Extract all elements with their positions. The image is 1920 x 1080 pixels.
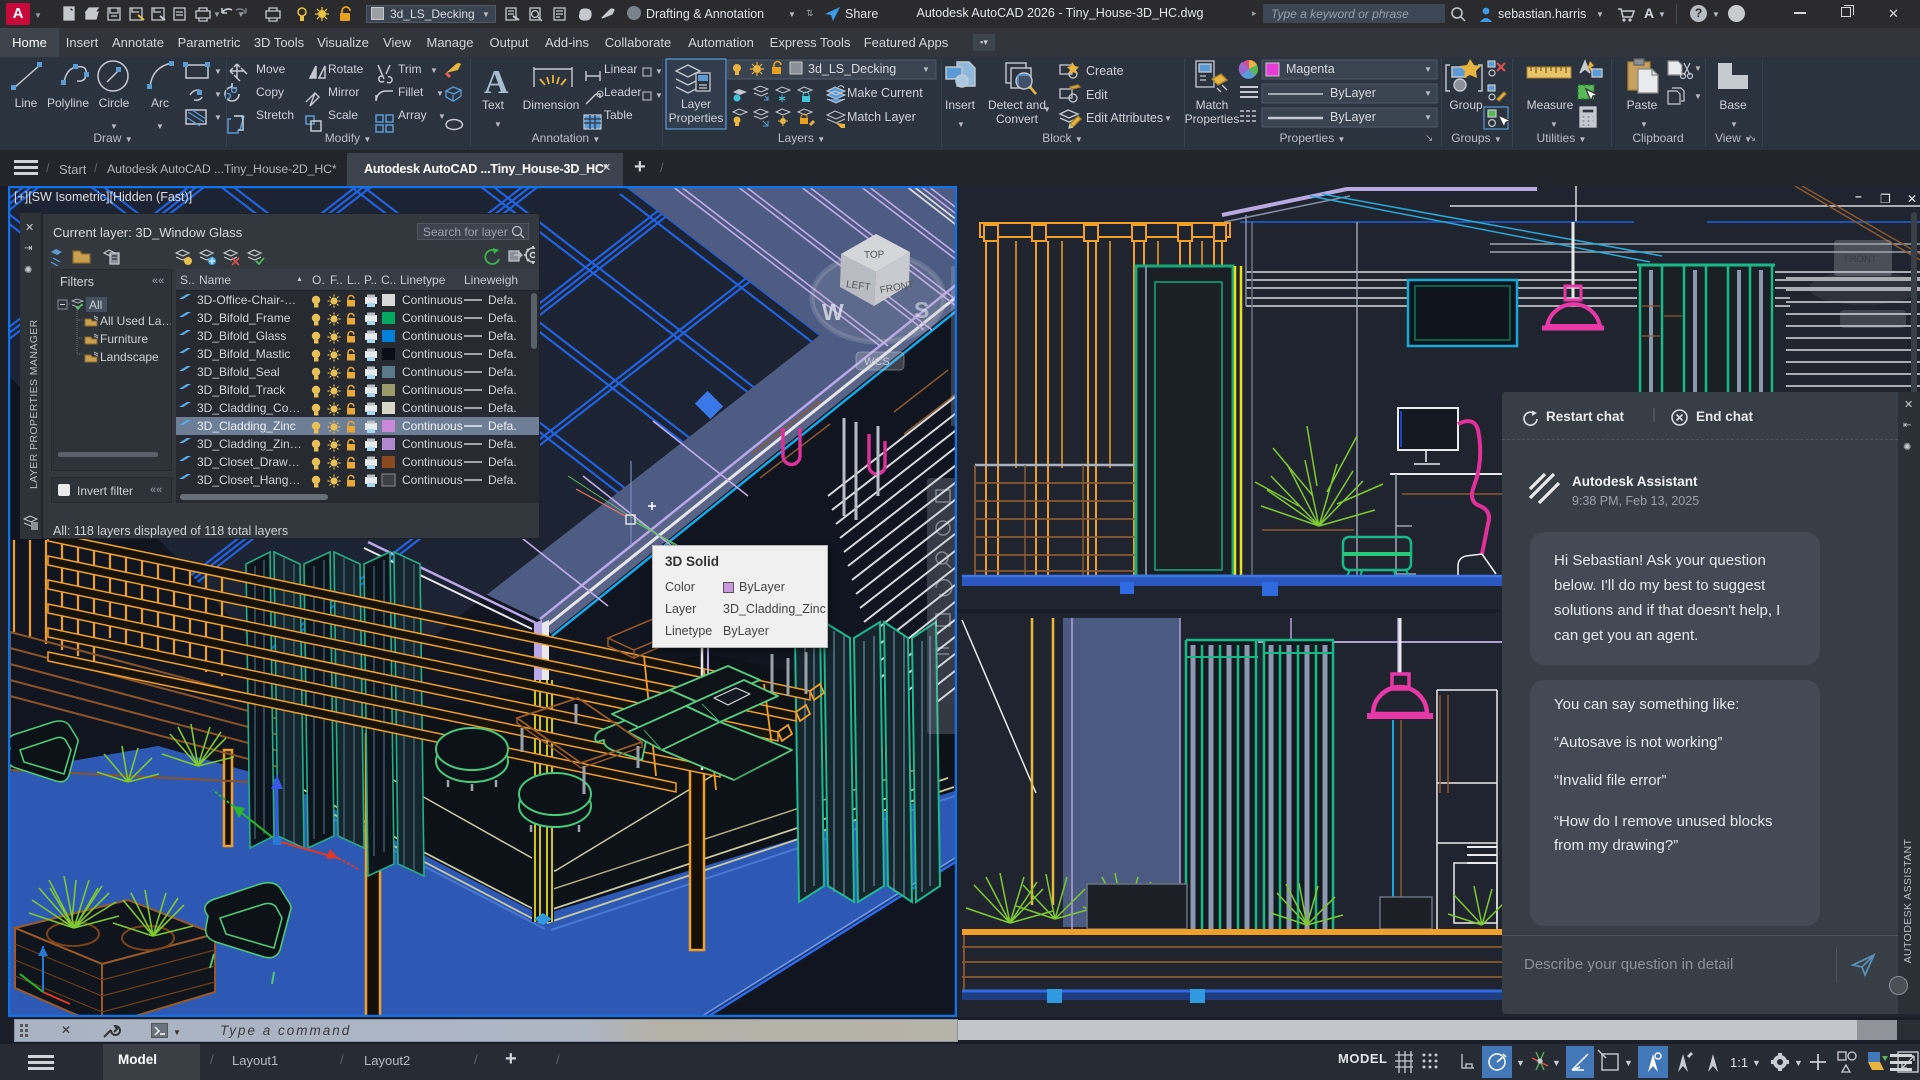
svg-text:3D_Closet_Draw…: 3D_Closet_Draw… bbox=[197, 455, 300, 469]
svg-text:▼: ▼ bbox=[1164, 114, 1172, 123]
svg-text:Edit: Edit bbox=[1086, 88, 1108, 102]
svg-text:Furniture: Furniture bbox=[100, 332, 148, 346]
svg-text:3D_Cladding_Zinc: 3D_Cladding_Zinc bbox=[197, 419, 296, 433]
svg-text:Continuous: Continuous bbox=[402, 383, 463, 397]
svg-text:3d_LS_Decking: 3d_LS_Decking bbox=[808, 62, 896, 76]
svg-text:Continuous: Continuous bbox=[402, 455, 463, 469]
svg-text:Continuous: Continuous bbox=[402, 437, 463, 451]
svg-text:Continuous: Continuous bbox=[402, 293, 463, 307]
svg-text:Defa.: Defa. bbox=[488, 401, 517, 415]
svg-text:▼: ▼ bbox=[1752, 1058, 1761, 1068]
svg-text:3D_Bifold_Frame: 3D_Bifold_Frame bbox=[197, 311, 291, 325]
svg-text:▼: ▼ bbox=[436, 89, 444, 98]
svg-text:3D_Bifold_Mastic: 3D_Bifold_Mastic bbox=[197, 347, 290, 361]
svg-text:Defa.: Defa. bbox=[488, 473, 517, 487]
svg-text:Defa.: Defa. bbox=[488, 437, 517, 451]
svg-text:▼: ▼ bbox=[110, 122, 118, 131]
svg-text:Make Current: Make Current bbox=[847, 86, 923, 100]
svg-text:Defa.: Defa. bbox=[488, 365, 517, 379]
svg-text:▼: ▼ bbox=[957, 120, 965, 129]
svg-text:Continuous: Continuous bbox=[402, 347, 463, 361]
svg-text:Defa.: Defa. bbox=[488, 311, 517, 325]
svg-text:3D_Closet_Hang…: 3D_Closet_Hang… bbox=[197, 473, 300, 487]
svg-text:▼: ▼ bbox=[214, 67, 222, 76]
svg-text:▼: ▼ bbox=[1640, 120, 1648, 129]
svg-text:Landscape: Landscape bbox=[100, 350, 159, 364]
svg-text:ByLayer: ByLayer bbox=[1330, 86, 1376, 100]
svg-text:Defa.: Defa. bbox=[488, 455, 517, 469]
svg-text:FRONT: FRONT bbox=[1844, 254, 1877, 265]
svg-text:Continuous: Continuous bbox=[402, 419, 463, 433]
svg-text:▼: ▼ bbox=[430, 66, 438, 75]
svg-text:3D_Bifold_Glass: 3D_Bifold_Glass bbox=[197, 329, 286, 343]
svg-text:Continuous: Continuous bbox=[402, 473, 463, 487]
svg-text:▼: ▼ bbox=[922, 65, 930, 74]
svg-text:Defa.: Defa. bbox=[488, 383, 517, 397]
svg-text:1:1: 1:1 bbox=[1730, 1055, 1748, 1070]
svg-text:Magenta: Magenta bbox=[1286, 62, 1335, 76]
svg-text:▼: ▼ bbox=[156, 122, 164, 131]
svg-text:ByLayer: ByLayer bbox=[1330, 110, 1376, 124]
svg-text:Edit Attributes: Edit Attributes bbox=[1086, 111, 1163, 125]
svg-text:▼: ▼ bbox=[214, 90, 222, 99]
svg-text:Defa.: Defa. bbox=[488, 329, 517, 343]
svg-text:Defa.: Defa. bbox=[488, 419, 517, 433]
svg-text:W: W bbox=[822, 299, 844, 325]
svg-text:▼: ▼ bbox=[494, 120, 502, 129]
svg-text:All Used La…: All Used La… bbox=[100, 314, 171, 328]
svg-text:A: A bbox=[484, 64, 509, 101]
svg-text:▼: ▼ bbox=[438, 112, 446, 121]
svg-text:Match Layer: Match Layer bbox=[847, 110, 916, 124]
svg-text:▼: ▼ bbox=[1694, 64, 1702, 73]
svg-text:▼: ▼ bbox=[1694, 92, 1702, 101]
svg-text:▼: ▼ bbox=[1424, 65, 1432, 74]
svg-text:Defa.: Defa. bbox=[488, 293, 517, 307]
svg-text:All: All bbox=[89, 298, 102, 312]
svg-text:▼: ▼ bbox=[214, 113, 222, 122]
svg-text:▼: ▼ bbox=[1794, 1058, 1803, 1068]
svg-text:WCS: WCS bbox=[864, 356, 890, 368]
svg-text:3D_Cladding_Co…: 3D_Cladding_Co… bbox=[197, 401, 300, 415]
svg-text:Continuous: Continuous bbox=[402, 311, 463, 325]
svg-text:Continuous: Continuous bbox=[402, 401, 463, 415]
svg-text:TOP: TOP bbox=[864, 249, 885, 261]
svg-text:Create: Create bbox=[1086, 64, 1124, 78]
svg-text:▼: ▼ bbox=[1730, 120, 1738, 129]
svg-text:Continuous: Continuous bbox=[402, 329, 463, 343]
svg-text:▼: ▼ bbox=[1424, 113, 1432, 122]
svg-text:▼: ▼ bbox=[1624, 1058, 1633, 1068]
svg-text:▼: ▼ bbox=[1424, 89, 1432, 98]
svg-text:3D_Cladding_Zin…: 3D_Cladding_Zin… bbox=[197, 437, 302, 451]
svg-text:3D_Bifold_Seal: 3D_Bifold_Seal bbox=[197, 365, 280, 379]
svg-text:▼: ▼ bbox=[1550, 120, 1558, 129]
svg-text:▼: ▼ bbox=[1552, 1058, 1561, 1068]
svg-text:Continuous: Continuous bbox=[402, 365, 463, 379]
svg-text:S: S bbox=[914, 297, 929, 323]
svg-text:3D_Bifold_Track: 3D_Bifold_Track bbox=[197, 383, 286, 397]
svg-text:Defa.: Defa. bbox=[488, 347, 517, 361]
svg-text:▼: ▼ bbox=[1516, 1058, 1525, 1068]
svg-text:3D-Office-Chair-…: 3D-Office-Chair-… bbox=[197, 293, 296, 307]
